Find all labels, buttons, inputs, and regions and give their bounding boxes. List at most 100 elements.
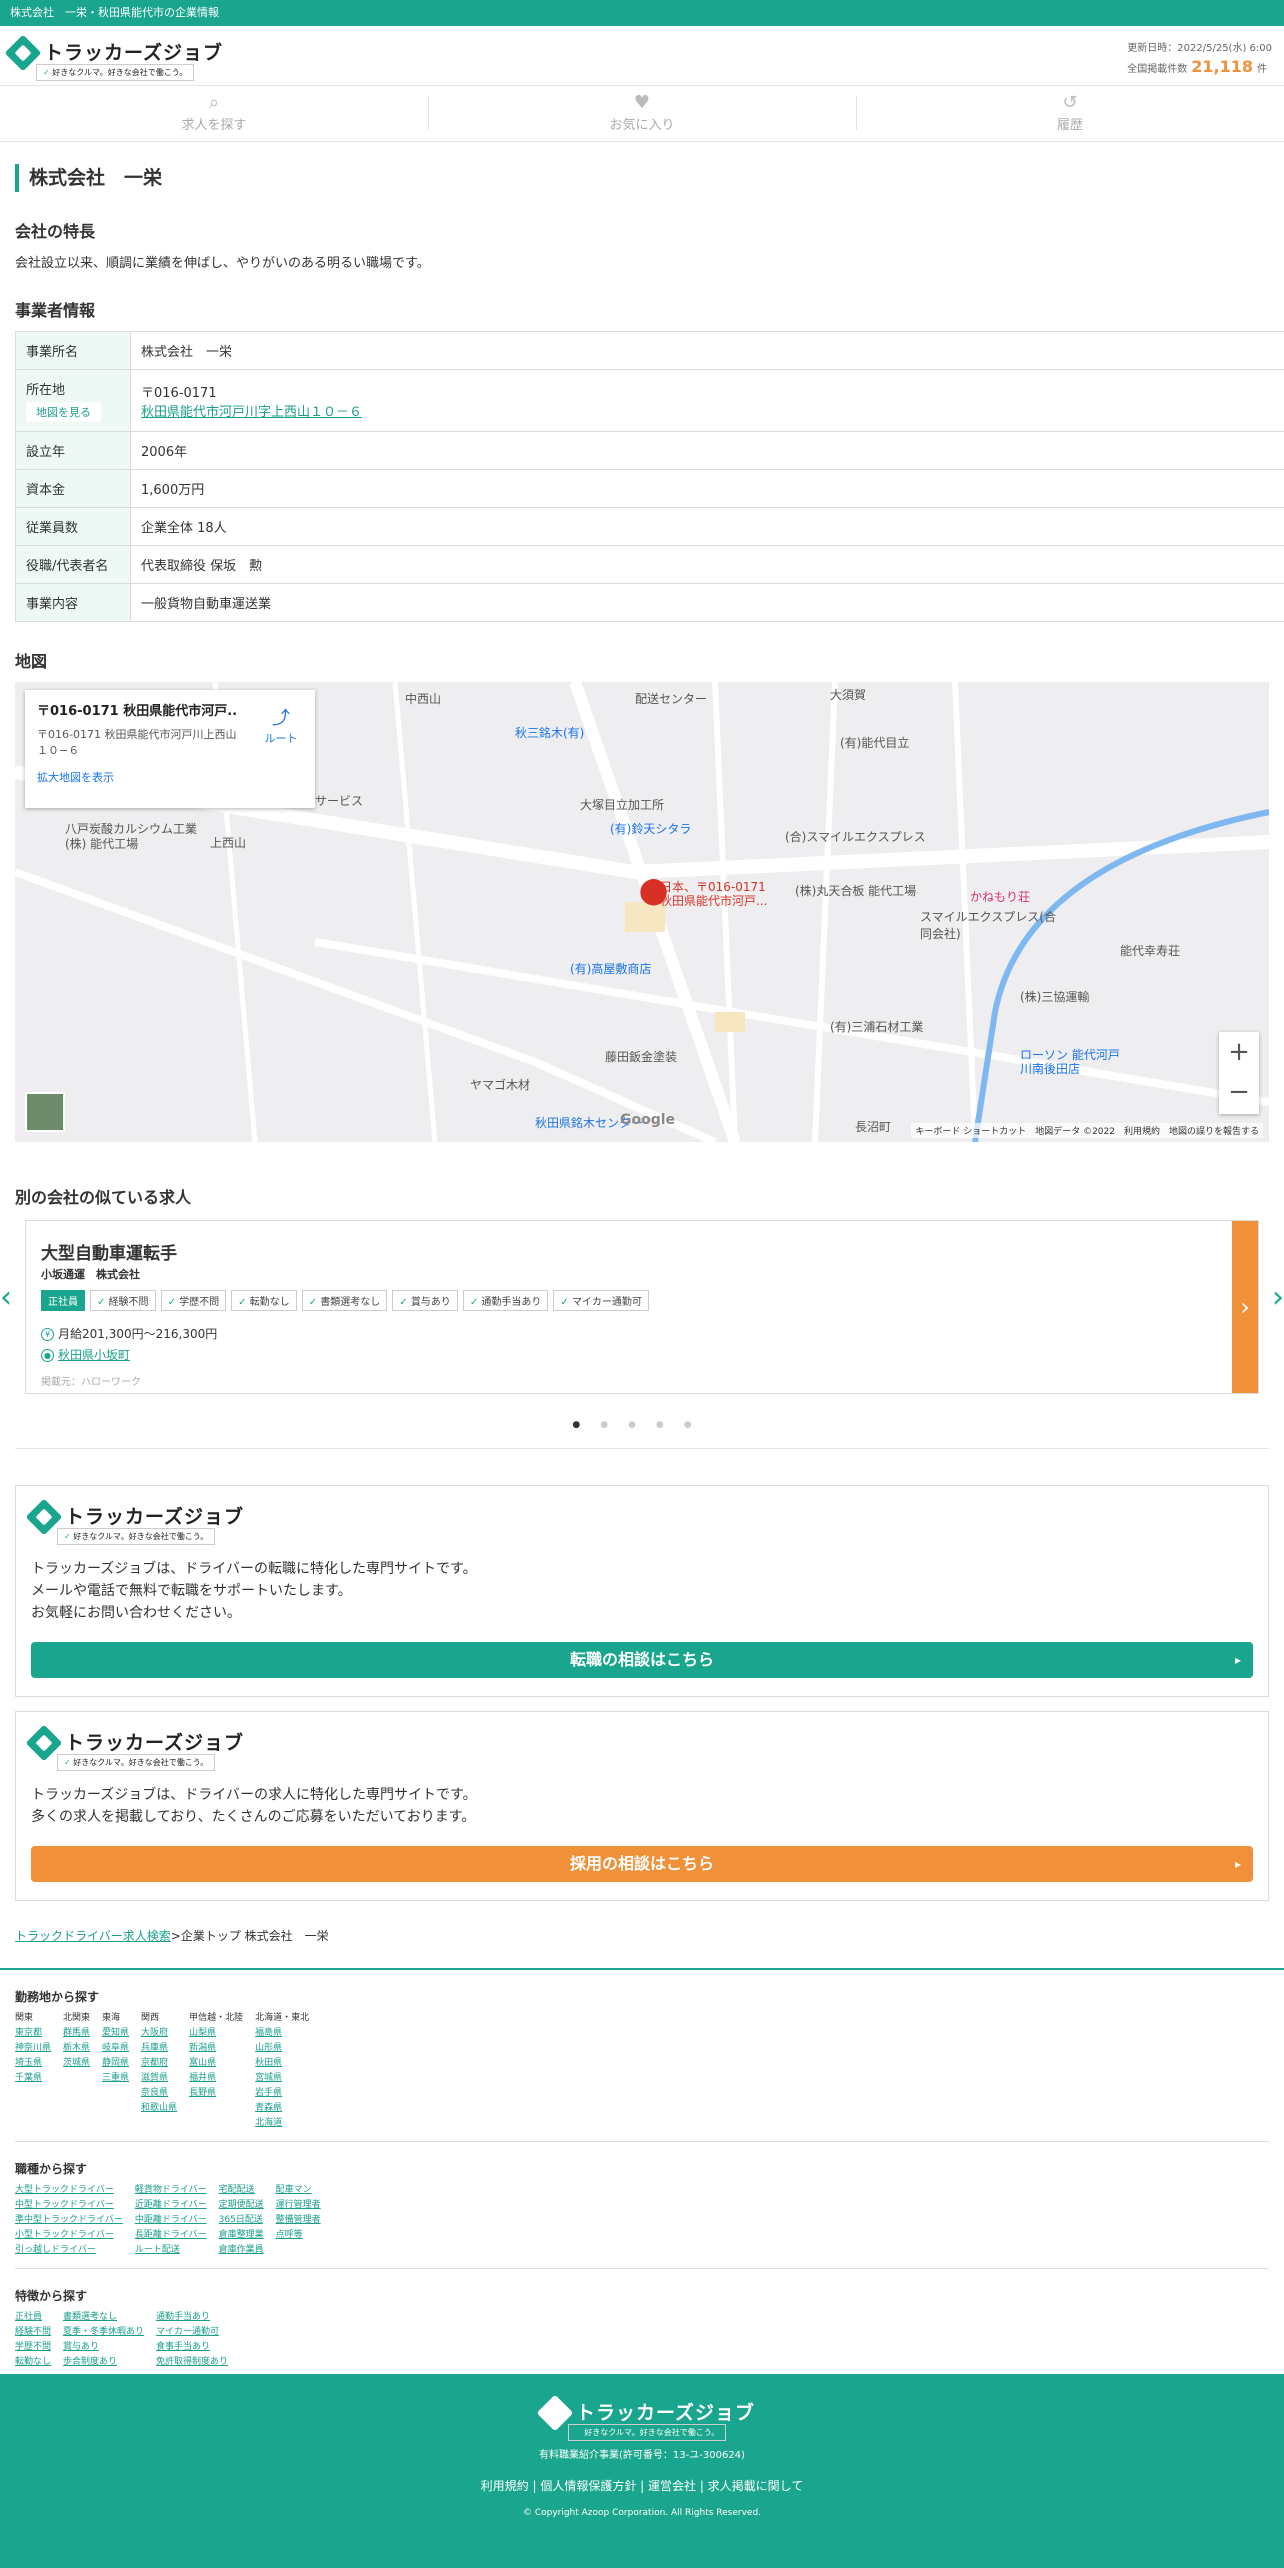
footer-link[interactable]: 書類選考なし xyxy=(63,2310,144,2325)
enlarge-map-link[interactable]: 拡大地図を表示 xyxy=(37,769,303,785)
footer-link[interactable]: 倉庫作業員 xyxy=(219,2243,264,2258)
map-attribution[interactable]: キーボード ショートカット 地図データ ©2022 利用規約 地図の誤りを報告す… xyxy=(911,1123,1263,1138)
job-location-link[interactable]: 秋田県小坂町 xyxy=(58,1348,130,1362)
carousel-prev-icon[interactable]: ‹ xyxy=(0,1280,12,1315)
footer-link[interactable]: 準中型トラックドライバー xyxy=(15,2213,123,2228)
nav-search[interactable]: ⌕ 求人を探す xyxy=(0,86,428,141)
footer-link[interactable]: 東京都 xyxy=(15,2026,51,2041)
footer-link[interactable]: 栃木県 xyxy=(63,2041,90,2056)
dot-icon[interactable]: ● xyxy=(684,1420,712,1430)
footer-column: 宅配配送 定期便配送 365日配送 倉庫整理業 倉庫作業員 xyxy=(219,2183,264,2258)
dot-icon[interactable]: ● xyxy=(572,1420,600,1430)
footer-link[interactable]: 近距離ドライバー xyxy=(135,2198,207,2213)
nav-history[interactable]: ↺ 履歴 xyxy=(856,86,1284,141)
nav-search-label: 求人を探す xyxy=(181,118,247,133)
footer-link[interactable]: 通勤手当あり xyxy=(156,2310,228,2325)
footer-link[interactable]: 大阪府 xyxy=(141,2026,177,2041)
footer-link[interactable]: 中距離ドライバー xyxy=(135,2213,207,2228)
footer-link[interactable]: 運行管理者 xyxy=(276,2198,321,2213)
dot-icon[interactable]: ● xyxy=(600,1420,628,1430)
carousel-next-card[interactable]: › xyxy=(1232,1221,1258,1393)
footer-logo[interactable]: トラッカーズジョブ好きなクルマ。好きな会社で働こう。 xyxy=(536,2394,754,2441)
footer-link[interactable]: 正社員 xyxy=(15,2310,51,2325)
carousel-next-icon[interactable]: › xyxy=(1272,1280,1284,1315)
footer-link[interactable]: 神奈川県 xyxy=(15,2041,51,2056)
place-label: 大塚目立加工所 xyxy=(580,798,665,812)
nav-favorites[interactable]: ♥ お気に入り xyxy=(428,86,856,141)
zoom-out-button[interactable]: − xyxy=(1219,1072,1259,1112)
footer-link[interactable]: 引っ越しドライバー xyxy=(15,2243,123,2258)
footer-link[interactable]: 倉庫整理業 xyxy=(219,2228,264,2243)
zoom-in-button[interactable]: + xyxy=(1219,1032,1259,1072)
footer-link[interactable]: 中型トラックドライバー xyxy=(15,2198,123,2213)
row-value: 〒016-0171 秋田県能代市河戸川字上西山１０－６ xyxy=(130,369,1284,432)
hiring-consult-button[interactable]: 採用の相談はこちら xyxy=(31,1846,1253,1882)
footer-link[interactable]: 福井県 xyxy=(189,2071,243,2086)
footer-link[interactable]: 青森県 xyxy=(255,2101,309,2116)
footer-link[interactable]: 岩手県 xyxy=(255,2086,309,2101)
logo-name: トラッカーズジョブ xyxy=(44,42,224,64)
footer-link[interactable]: 三重県 xyxy=(102,2071,129,2086)
footer-link[interactable]: 小型トラックドライバー xyxy=(15,2228,123,2243)
footer-link[interactable]: 秋田県 xyxy=(255,2056,309,2071)
job-card[interactable]: 大型自動車運転手 小坂通運 株式会社 正社員 経験不問 学歴不問 転勤なし 書類… xyxy=(25,1220,1259,1394)
footer-link[interactable]: 定期便配送 xyxy=(219,2198,264,2213)
footer-links[interactable]: 利用規約 | 個人情報保護方針 | 運営会社 | 求人掲載に関して xyxy=(0,2477,1284,2494)
footer-link[interactable]: 山形県 xyxy=(255,2041,309,2056)
site-logo[interactable]: トラッカーズジョブ 好きなクルマ。好きな会社で働こう。 xyxy=(4,34,222,81)
breadcrumb-link[interactable]: トラックドライバー求人検索 xyxy=(15,1929,171,1943)
footer-link[interactable]: 学歴不問 xyxy=(15,2340,51,2355)
footer-link[interactable]: 長野県 xyxy=(189,2086,243,2101)
footer-link[interactable]: 賞与あり xyxy=(63,2340,144,2355)
footer-link[interactable]: 経験不問 xyxy=(15,2325,51,2340)
footer-link[interactable]: 愛知県 xyxy=(102,2026,129,2041)
footer-link[interactable]: ルート配送 xyxy=(135,2243,207,2258)
route-button[interactable]: ⤴ ルート xyxy=(261,704,301,746)
address-link[interactable]: 秋田県能代市河戸川字上西山１０－６ xyxy=(141,405,362,420)
footer-link[interactable]: 夏季・冬季休暇あり xyxy=(63,2325,144,2340)
footer-link[interactable]: 転勤なし xyxy=(15,2355,51,2370)
dot-icon[interactable]: ● xyxy=(656,1420,684,1430)
footer-link[interactable]: 免許取得制度あり xyxy=(156,2355,228,2370)
footer-link[interactable]: 兵庫県 xyxy=(141,2041,177,2056)
footer-link[interactable]: 福島県 xyxy=(255,2026,309,2041)
footer-link[interactable]: 埼玉県 xyxy=(15,2056,51,2071)
table-row: 事業所名 株式会社 一栄 xyxy=(15,331,1284,370)
row-label: 事業所名 xyxy=(15,331,131,370)
footer-link[interactable]: 山梨県 xyxy=(189,2026,243,2041)
footer-link[interactable]: 千葉県 xyxy=(15,2071,51,2086)
footer-link[interactable]: 宮城県 xyxy=(255,2071,309,2086)
dot-icon[interactable]: ● xyxy=(628,1420,656,1430)
place-label: (株)丸天合板 能代工場 xyxy=(795,884,917,898)
footer-link[interactable]: 365日配送 xyxy=(219,2213,264,2228)
footer-link[interactable]: 点呼等 xyxy=(276,2228,321,2243)
footer-link[interactable]: 和歌山県 xyxy=(141,2101,177,2116)
footer-link[interactable]: 奈良県 xyxy=(141,2086,177,2101)
footer-link[interactable]: 茨城県 xyxy=(63,2056,90,2071)
footer-link[interactable]: 宅配配送 xyxy=(219,2183,264,2198)
google-map[interactable]: 〒016-0171 秋田県能代市河戸... 〒016-0171 秋田県能代市河戸… xyxy=(15,682,1269,1142)
column-heading: 東海 xyxy=(102,2013,121,2023)
place-label: (有)鈴天シタラ xyxy=(610,822,692,836)
footer-link[interactable]: 長距離ドライバー xyxy=(135,2228,207,2243)
career-consult-button[interactable]: 転職の相談はこちら xyxy=(31,1642,1253,1678)
footer-link[interactable]: 群馬県 xyxy=(63,2026,90,2041)
footer-link[interactable]: 歩合制度あり xyxy=(63,2355,144,2370)
footer-link[interactable]: 軽貨物ドライバー xyxy=(135,2183,207,2198)
footer-link[interactable]: 大型トラックドライバー xyxy=(15,2183,123,2198)
promo-text: トラッカーズジョブは、ドライバーの求人に特化した専門サイトです。 多くの求人を掲載… xyxy=(31,1784,1253,1828)
footer-link[interactable]: 新潟県 xyxy=(189,2041,243,2056)
footer-link[interactable]: 滋賀県 xyxy=(141,2071,177,2086)
footer-link[interactable]: 富山県 xyxy=(189,2056,243,2071)
footer-link[interactable]: 北海道 xyxy=(255,2116,309,2131)
footer-link[interactable]: 食事手当あり xyxy=(156,2340,228,2355)
footer-link[interactable]: 静岡県 xyxy=(102,2056,129,2071)
footer-link[interactable]: マイカー通勤可 xyxy=(156,2325,228,2340)
footer-link[interactable]: 京都府 xyxy=(141,2056,177,2071)
footer-link[interactable]: 配車マン xyxy=(276,2183,321,2198)
place-label: 長沼町 xyxy=(855,1120,892,1134)
footer-link[interactable]: 整備管理者 xyxy=(276,2213,321,2228)
view-map-button[interactable]: 地図を見る xyxy=(26,402,101,422)
footer-link[interactable]: 岐阜県 xyxy=(102,2041,129,2056)
map-type-thumbnail[interactable] xyxy=(25,1092,65,1132)
